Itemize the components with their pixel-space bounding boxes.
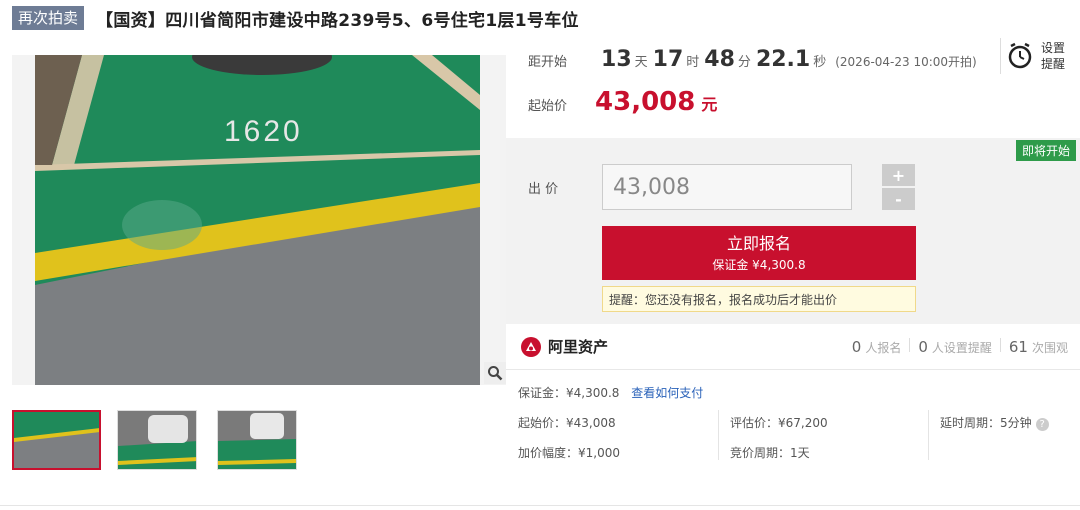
view-count: 61 xyxy=(1008,338,1028,356)
detail-appraisal: 评估价：¥67,200 xyxy=(730,416,828,430)
help-icon[interactable]: ? xyxy=(1035,418,1049,431)
platform-row: 阿里资产 0 人报名 0 人设置提醒 61 次围观 xyxy=(506,324,1080,370)
set-reminder-button[interactable]: 设置提醒 xyxy=(1000,38,1078,74)
zoom-icon[interactable] xyxy=(484,362,506,384)
countdown-seconds-unit: 秒 xyxy=(813,55,827,70)
parking-space-image: 1620 xyxy=(12,55,506,385)
countdown-days: 13 xyxy=(601,47,632,72)
register-tip: 提醒：您还没有报名，报名成功后才能出价 xyxy=(602,286,916,312)
divider xyxy=(909,338,911,352)
thumbnail-strip xyxy=(12,410,317,470)
main-photo[interactable]: 1620 xyxy=(12,55,506,385)
countdown-hours-unit: 时 xyxy=(686,55,700,70)
reminder-count: 0 xyxy=(918,338,928,356)
countdown-hours: 17 xyxy=(652,47,684,72)
thumbnail-3[interactable] xyxy=(217,410,297,470)
countdown-minutes-unit: 分 xyxy=(737,55,751,70)
countdown-label: 距开始 xyxy=(528,55,568,70)
countdown-seconds: 22.1 xyxy=(755,47,811,72)
countdown: 距开始 13 天 17 时 48 分 22.1 秒 (2026-04-23 10… xyxy=(528,47,977,72)
detail-bid-period: 竞价周期：1天 xyxy=(730,446,810,460)
detail-increment: 加价幅度：¥1,000 xyxy=(518,446,620,460)
bid-amount-input[interactable]: 43,008 xyxy=(602,164,852,210)
bid-panel: 即将开始 出 价 43,008 + - 立即报名 保证金 ¥4,300.8 提醒… xyxy=(506,138,1080,324)
title-bar: 再次拍卖 【国资】四川省简阳市建设中路239号5、6号住宅1层1号车位 xyxy=(12,5,579,31)
start-price-unit: 元 xyxy=(701,95,718,114)
deposit-text: 保证金：¥4,300.8 xyxy=(518,386,620,400)
platform-name: 阿里资产 xyxy=(548,338,609,356)
start-price-value: 43,008 xyxy=(595,87,696,117)
thumbnail-1[interactable] xyxy=(12,410,101,470)
register-now-button[interactable]: 立即报名 保证金 ¥4,300.8 xyxy=(602,226,916,280)
detail-start-price: 起始价：¥43,008 xyxy=(518,416,616,430)
deposit-row: 保证金：¥4,300.8 查看如何支付 xyxy=(518,384,703,401)
register-button-deposit: 保证金 ¥4,300.8 xyxy=(712,258,806,272)
alarm-clock-icon xyxy=(1008,42,1032,69)
ali-assets-icon xyxy=(521,336,541,357)
signup-count-label: 人报名 xyxy=(865,341,902,355)
how-to-pay-link[interactable]: 查看如何支付 xyxy=(631,386,703,400)
register-button-label: 立即报名 xyxy=(726,234,791,253)
decrease-bid-button[interactable]: - xyxy=(882,188,915,210)
countdown-days-unit: 天 xyxy=(634,55,648,70)
bottom-divider xyxy=(0,505,1080,506)
countdown-minutes: 48 xyxy=(704,47,735,72)
divider xyxy=(718,410,719,460)
view-count-label: 次围观 xyxy=(1031,341,1068,355)
reminder-label: 设置提醒 xyxy=(1041,41,1066,71)
increase-bid-button[interactable]: + xyxy=(882,164,915,186)
signup-count: 0 xyxy=(851,338,862,356)
auction-info: 距开始 13 天 17 时 48 分 22.1 秒 (2026-04-23 10… xyxy=(506,35,1080,138)
detail-delay-period: 延时周期：5分钟? xyxy=(940,414,1049,431)
status-badge: 即将开始 xyxy=(1015,140,1076,161)
platform-logo[interactable]: 阿里资产 xyxy=(520,336,608,358)
reminder-count-label: 人设置提醒 xyxy=(931,341,992,355)
auction-round-tag: 再次拍卖 xyxy=(12,6,85,30)
bid-stepper: + - xyxy=(882,164,915,212)
space-number-text: 1620 xyxy=(224,115,303,148)
stats: 0 人报名 0 人设置提醒 61 次围观 xyxy=(852,338,1068,356)
divider xyxy=(999,338,1001,352)
thumbnail-2[interactable] xyxy=(117,410,197,470)
divider xyxy=(928,410,929,460)
start-price-row: 起始价 43,008 元 xyxy=(528,87,717,117)
page-title: 【国资】四川省简阳市建设中路239号5、6号住宅1层1号车位 xyxy=(96,10,579,31)
start-time-note: (2026-04-23 10:00开拍) xyxy=(835,55,977,69)
bid-label: 出 价 xyxy=(528,182,559,197)
detail-delay-text: 延时周期：5分钟 xyxy=(940,416,1032,430)
start-price-label: 起始价 xyxy=(528,99,568,114)
